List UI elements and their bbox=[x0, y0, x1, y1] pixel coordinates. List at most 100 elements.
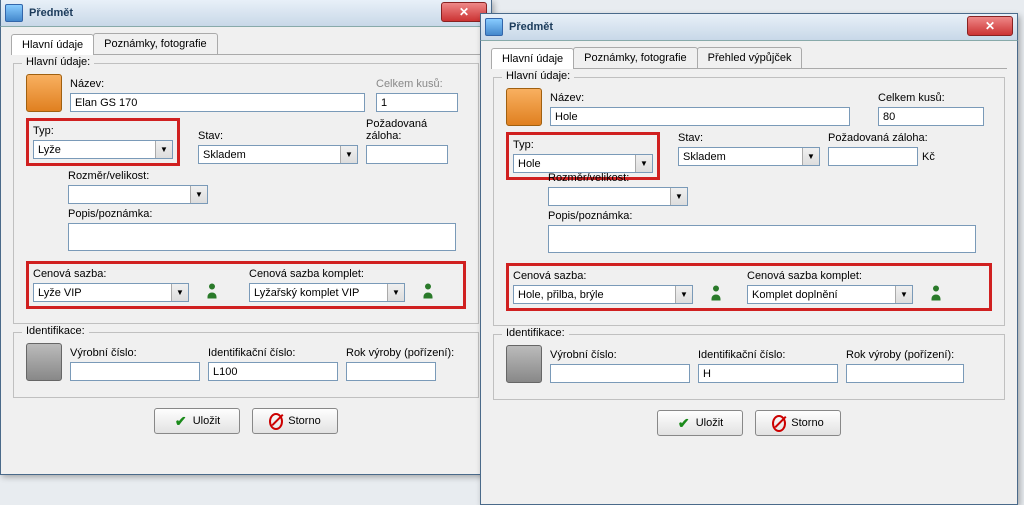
popis-input[interactable] bbox=[548, 225, 976, 253]
check-icon: ✔ bbox=[174, 414, 188, 428]
group-legend: Hlavní údaje: bbox=[502, 70, 574, 82]
tab-strip: Hlavní údaje Poznámky, fotografie Přehle… bbox=[491, 47, 1007, 69]
save-button[interactable]: ✔ Uložit bbox=[154, 408, 240, 434]
kusu-input[interactable] bbox=[878, 107, 984, 126]
rozmer-select[interactable] bbox=[68, 185, 208, 204]
rozmer-select[interactable] bbox=[548, 187, 688, 206]
chevron-down-icon[interactable]: ▼ bbox=[802, 148, 819, 165]
vyrob-label: Výrobní číslo: bbox=[70, 347, 200, 359]
save-button[interactable]: ✔Uložit bbox=[657, 410, 743, 436]
zaloha-input[interactable] bbox=[828, 147, 918, 166]
stav-label: Stav: bbox=[198, 130, 358, 142]
chevron-down-icon[interactable]: ▼ bbox=[387, 284, 404, 301]
item-icon bbox=[506, 88, 542, 126]
nazev-input[interactable] bbox=[550, 107, 850, 126]
save-label: Uložit bbox=[696, 417, 724, 429]
cenova-label: Cenová sazba: bbox=[513, 270, 693, 282]
ident-input[interactable] bbox=[698, 364, 838, 383]
cancel-label: Storno bbox=[288, 415, 320, 427]
vyrob-input[interactable] bbox=[550, 364, 690, 383]
rozmer-label: Rozměr/velikost: bbox=[548, 172, 688, 184]
close-button[interactable]: ✕ bbox=[967, 16, 1013, 36]
popis-label: Popis/poznámka: bbox=[68, 208, 466, 220]
popis-input[interactable] bbox=[68, 223, 456, 251]
rok-input[interactable] bbox=[846, 364, 964, 383]
id-icon bbox=[506, 345, 542, 383]
tab-hlavni-udaje[interactable]: Hlavní údaje bbox=[491, 48, 574, 69]
kusu-input[interactable] bbox=[376, 93, 458, 112]
group-hlavni-udaje: Hlavní údaje: Název: Celkem kusů: Typ: ▼ bbox=[493, 77, 1005, 326]
cenova-komplet-select[interactable] bbox=[249, 283, 405, 302]
ident-label: Identifikační číslo: bbox=[208, 347, 338, 359]
typ-label: Typ: bbox=[33, 125, 173, 137]
nazev-label: Název: bbox=[550, 92, 870, 104]
popis-label: Popis/poznámka: bbox=[548, 210, 992, 222]
chevron-down-icon[interactable]: ▼ bbox=[895, 286, 912, 303]
highlight-typ: Typ: ▼ bbox=[26, 118, 180, 166]
group-identifikace: Identifikace: Výrobní číslo: Identifikač… bbox=[493, 334, 1005, 400]
button-bar: ✔ Uložit Storno bbox=[1, 408, 491, 434]
person-icon[interactable] bbox=[417, 280, 439, 302]
vyrob-input[interactable] bbox=[70, 362, 200, 381]
nazev-label: Název: bbox=[70, 78, 368, 90]
rok-label: Rok výroby (pořízení): bbox=[846, 349, 964, 361]
window-title: Předmět bbox=[29, 7, 73, 19]
cenova-select[interactable] bbox=[513, 285, 693, 304]
cenova-label: Cenová sazba: bbox=[33, 268, 189, 280]
cenova-komplet-label: Cenová sazba komplet: bbox=[249, 268, 405, 280]
button-bar: ✔Uložit Storno bbox=[481, 410, 1017, 436]
chevron-down-icon[interactable]: ▼ bbox=[155, 141, 172, 158]
highlight-typ: Typ: ▼ bbox=[506, 132, 660, 180]
kusu-label: Celkem kusů: bbox=[878, 92, 984, 104]
stav-select[interactable] bbox=[678, 147, 820, 166]
stav-label: Stav: bbox=[678, 132, 820, 144]
chevron-down-icon[interactable]: ▼ bbox=[675, 286, 692, 303]
cenova-komplet-label: Cenová sazba komplet: bbox=[747, 270, 913, 282]
tab-strip: Hlavní údaje Poznámky, fotografie bbox=[11, 33, 481, 55]
cancel-button[interactable]: Storno bbox=[755, 410, 841, 436]
typ-select[interactable] bbox=[513, 154, 653, 173]
titlebar[interactable]: Předmět ✕ bbox=[0, 0, 492, 27]
app-icon bbox=[5, 4, 23, 22]
cancel-button[interactable]: Storno bbox=[252, 408, 338, 434]
dialog-predmet-right: Předmět ✕ Hlavní údaje Poznámky, fotogra… bbox=[480, 14, 1018, 505]
id-icon bbox=[26, 343, 62, 381]
kusu-label: Celkem kusů: bbox=[376, 78, 458, 90]
cenova-select[interactable] bbox=[33, 283, 189, 302]
ident-label: Identifikační číslo: bbox=[698, 349, 838, 361]
person-icon[interactable] bbox=[705, 282, 727, 304]
person-icon[interactable] bbox=[201, 280, 223, 302]
app-icon bbox=[485, 18, 503, 36]
chevron-down-icon[interactable]: ▼ bbox=[340, 146, 357, 163]
tab-poznamky[interactable]: Poznámky, fotografie bbox=[573, 47, 698, 68]
chevron-down-icon[interactable]: ▼ bbox=[190, 186, 207, 203]
rok-input[interactable] bbox=[346, 362, 436, 381]
item-icon bbox=[26, 74, 62, 112]
typ-select[interactable] bbox=[33, 140, 173, 159]
zaloha-label: Požadovaná záloha: bbox=[366, 118, 458, 142]
tab-hlavni-udaje[interactable]: Hlavní údaje bbox=[11, 34, 94, 55]
chevron-down-icon[interactable]: ▼ bbox=[635, 155, 652, 172]
rozmer-label: Rozměr/velikost: bbox=[68, 170, 208, 182]
group-legend: Identifikace: bbox=[502, 327, 569, 339]
tab-prehled[interactable]: Přehled výpůjček bbox=[697, 47, 803, 68]
highlight-cenova: Cenová sazba: ▼ Cenová sazba komplet: ▼ bbox=[506, 263, 992, 311]
rok-label: Rok výroby (pořízení): bbox=[346, 347, 454, 359]
ident-input[interactable] bbox=[208, 362, 338, 381]
stav-select[interactable] bbox=[198, 145, 358, 164]
save-label: Uložit bbox=[193, 415, 221, 427]
cenova-komplet-select[interactable] bbox=[747, 285, 913, 304]
cancel-icon bbox=[269, 414, 283, 428]
zaloha-unit: Kč bbox=[922, 151, 935, 163]
tab-poznamky[interactable]: Poznámky, fotografie bbox=[93, 33, 218, 54]
cancel-icon bbox=[772, 416, 786, 430]
nazev-input[interactable] bbox=[70, 93, 365, 112]
chevron-down-icon[interactable]: ▼ bbox=[171, 284, 188, 301]
titlebar[interactable]: Předmět ✕ bbox=[480, 13, 1018, 41]
person-icon[interactable] bbox=[925, 282, 947, 304]
cancel-label: Storno bbox=[791, 417, 823, 429]
group-identifikace: Identifikace: Výrobní číslo: Identifikač… bbox=[13, 332, 479, 398]
typ-label: Typ: bbox=[513, 139, 653, 151]
zaloha-input[interactable] bbox=[366, 145, 448, 164]
chevron-down-icon[interactable]: ▼ bbox=[670, 188, 687, 205]
